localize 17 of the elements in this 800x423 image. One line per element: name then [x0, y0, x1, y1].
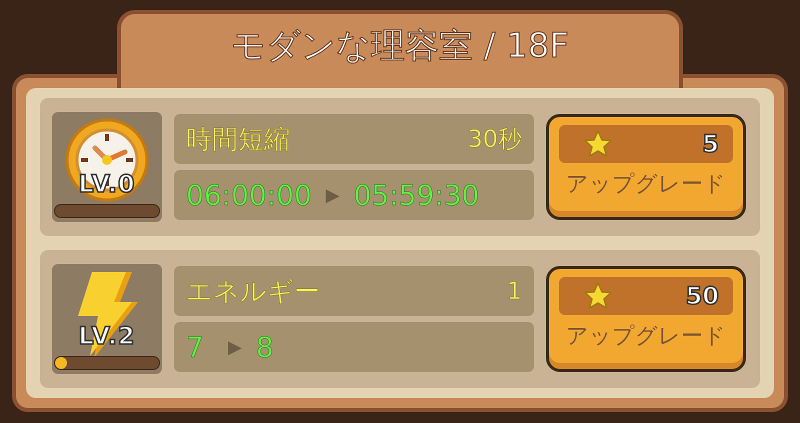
upgrade-name: 時間短縮	[186, 124, 291, 156]
cost-value: 5	[702, 130, 719, 158]
star-icon	[583, 281, 613, 311]
arrow-glyph: ▶	[228, 336, 242, 358]
current-value: 06:00:00	[186, 178, 312, 212]
star-icon	[583, 129, 613, 159]
next-value: 8	[256, 330, 275, 364]
upgrade-amount: 1	[506, 277, 522, 305]
panel-title: モダンな理容室 / 18F	[231, 25, 569, 68]
upgrade-button[interactable]: 5 アップグレード	[546, 114, 746, 220]
arrow-glyph: ▶	[326, 184, 340, 206]
current-value: 7	[186, 330, 205, 364]
upgrade-amount: 30秒	[467, 124, 522, 155]
cost-value: 50	[686, 282, 719, 310]
upgrade-name: エネルギー	[186, 276, 321, 308]
next-value: 05:59:30	[354, 178, 480, 212]
upgrade-button[interactable]: 50 アップグレード	[546, 266, 746, 372]
